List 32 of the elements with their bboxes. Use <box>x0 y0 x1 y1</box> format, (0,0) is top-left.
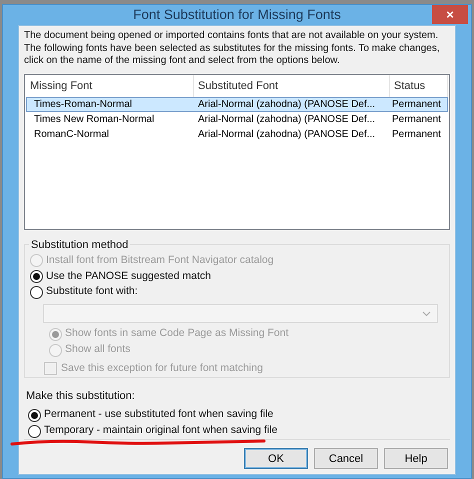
radio-label: Show fonts in same Code Page as Missing Font <box>65 326 289 342</box>
radio-button[interactable] <box>28 424 41 438</box>
section-title: Make this substitution: <box>26 388 136 404</box>
table-cell-text: Arial-Normal (zahodna) (PANOSE Def... <box>197 112 376 127</box>
radio-button[interactable] <box>30 286 43 299</box>
table-cell-text: Permanent <box>391 98 442 112</box>
chevron-down-icon <box>422 310 431 316</box>
table-cell-text: Times-Roman-Normal <box>33 98 133 112</box>
table-row[interactable]: Times-Roman-Normal Arial-Normal (zahodna) (PANOSE Def... Permanent <box>26 96 448 112</box>
table-cell-text: Arial-Normal (zahodna) (PANOSE Def... <box>197 98 376 112</box>
close-button[interactable]: × <box>432 5 468 24</box>
dialog-button[interactable]: Cancel <box>314 448 378 470</box>
dialog-button[interactable]: OK <box>244 448 308 470</box>
checkbox-label: Save this exception for future font matching <box>61 361 263 376</box>
radio-label: Install font from Bitstream Font Navigator catalog <box>46 252 274 268</box>
dialog-button[interactable]: Help <box>384 448 448 470</box>
radio-button[interactable] <box>28 408 41 422</box>
radio-label: Temporary - maintain original font when saving file <box>44 423 278 438</box>
radio-label: Permanent - use substituted font when saving file <box>44 407 274 422</box>
table-cell-text: RomanC-Normal <box>33 128 110 142</box>
radio-label: Show all fonts <box>65 342 130 358</box>
radio-label: Substitute font with: <box>46 284 138 300</box>
intro-text: The document being opened or imported contains fonts that are not available on your system. The following fonts have been selected as substitutes for the missing fonts. To make changes, click on the name of the missing font and select from the options below. <box>24 30 441 68</box>
table-cell-text: Times New Roman-Normal <box>33 112 156 127</box>
table-cell-text: Arial-Normal (zahodna) (PANOSE Def... <box>197 128 376 142</box>
radio-label: Use the PANOSE suggested match <box>46 268 211 284</box>
window-title: Font Substitution for Missing Fonts <box>133 6 341 24</box>
table-cell-text: Permanent <box>391 112 442 127</box>
radio-button[interactable] <box>30 270 43 283</box>
table-cell-text: Permanent <box>391 128 442 142</box>
table-row[interactable]: RomanC-Normal Arial-Normal (zahodna) (PANOSE Def... Permanent <box>26 126 448 142</box>
table-row[interactable]: Times New Roman-Normal Arial-Normal (zahodna) (PANOSE Def... Permanent <box>26 112 448 127</box>
